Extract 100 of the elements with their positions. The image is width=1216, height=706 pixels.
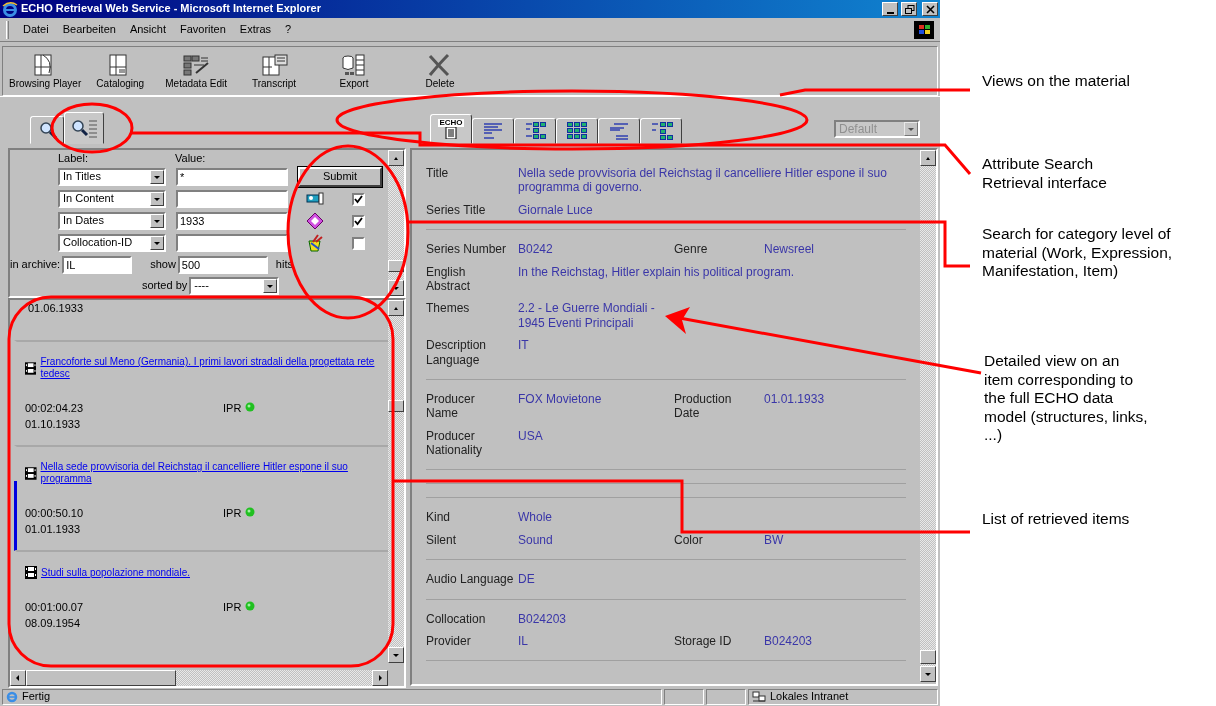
status-dot	[245, 402, 256, 412]
item-title-link[interactable]: Francoforte sul Meno (Germania). I primi lavori stradali della progettata rete tedesc	[40, 356, 388, 380]
transcript-icon	[260, 52, 288, 77]
field-value: 01.01.1933	[764, 391, 825, 407]
field-value: DE	[518, 572, 535, 587]
view-tab[interactable]	[514, 118, 556, 144]
field-label: English Abstract	[426, 264, 470, 294]
window-title: ECHO Retrieval Web Service - Microsoft Internet Explorer	[21, 2, 322, 16]
field-value: B024203	[764, 634, 813, 649]
scroll-thumb[interactable]	[26, 670, 176, 686]
minimize-button[interactable]	[882, 2, 898, 16]
scroll-arrow-icon[interactable]	[924, 670, 932, 678]
minimize-icon	[886, 11, 894, 14]
field-label: Title	[426, 166, 449, 181]
browser-icon	[2, 1, 18, 17]
item-date: 01.01.1933	[25, 523, 81, 537]
close-button[interactable]	[922, 2, 938, 16]
vertical-scrollbar[interactable]	[920, 150, 936, 682]
dropdown[interactable]: In Titles	[58, 168, 166, 186]
menu-item[interactable]: Bearbeiten	[62, 22, 116, 37]
toolbar-button[interactable]: Delete	[409, 52, 471, 90]
menu-item[interactable]: Datei	[23, 22, 49, 37]
dropdown[interactable]: In Content	[58, 190, 166, 208]
column-label: Label:	[58, 152, 89, 166]
value-field[interactable]	[176, 234, 288, 252]
field-value: Giornale Luce	[518, 202, 593, 218]
checkmark-icon	[354, 216, 363, 226]
checkbox[interactable]	[352, 192, 365, 206]
search-list-icon	[70, 118, 98, 138]
view-tab[interactable]	[598, 118, 640, 144]
field-label: in archive:	[10, 258, 61, 272]
item-duration: 00:01:00.07	[25, 601, 85, 615]
scroll-arrow-icon[interactable]	[392, 651, 400, 659]
field-value: 2.2 - Le Guerre Mondiali - 1945 Eventi Principali	[518, 301, 655, 331]
restore-button[interactable]	[901, 2, 917, 16]
toolbar-button[interactable]: Cataloging	[89, 52, 152, 90]
value-field[interactable]	[176, 190, 288, 208]
callout-text: Views on the material	[982, 72, 1131, 91]
scroll-thumb[interactable]	[920, 650, 936, 664]
toolbar-button[interactable]: Export	[323, 52, 385, 90]
submit-button[interactable]: Submit	[298, 167, 382, 187]
field-value: Nella sede provvisoria del Reichstag il cancelliere Hitler espone il suo programma di governo.	[518, 166, 888, 195]
field-label: Storage ID	[674, 634, 732, 649]
field-label: Audio Language	[426, 572, 514, 587]
dropdown[interactable]: ----	[189, 277, 280, 295]
scroll-arrow-icon[interactable]	[392, 284, 400, 292]
view-tab[interactable]	[640, 118, 682, 144]
dropdown[interactable]: In Dates	[58, 212, 166, 230]
item-title-link[interactable]: Nella sede provvisoria del Reichstag il cancelliere Hitler espone il suo programma	[40, 461, 388, 485]
search-tab[interactable]	[30, 116, 64, 144]
item-duration: 00:00:50.10	[25, 507, 85, 521]
field-label: Color	[674, 532, 703, 548]
archive-field[interactable]: IL	[62, 256, 133, 274]
scroll-arrow-icon[interactable]	[376, 674, 384, 682]
field-label: Collocation	[426, 611, 486, 627]
scroll-arrow-icon[interactable]	[14, 674, 22, 682]
restore-icon	[903, 3, 915, 15]
paint-pot-icon	[306, 234, 324, 252]
checkbox[interactable]	[352, 236, 365, 250]
item-date: 08.09.1954	[25, 617, 81, 631]
scrollbar-corner	[388, 670, 404, 686]
dropdown-arrow-icon	[907, 125, 915, 133]
field-label: Silent	[426, 532, 457, 548]
item-title-link[interactable]: Studi sulla popolazione mondiale.	[41, 566, 190, 579]
hits-field[interactable]: 500	[177, 256, 268, 274]
search-icon	[37, 120, 57, 140]
dropdown-arrow-icon	[153, 239, 161, 247]
close-icon	[924, 3, 936, 15]
value-field[interactable]: 1933	[176, 212, 288, 230]
vertical-scrollbar[interactable]	[388, 150, 404, 296]
horizontal-scrollbar[interactable]	[10, 670, 404, 686]
film-icon	[25, 361, 37, 375]
rights-label: IPR	[223, 402, 242, 416]
field-value: B024203	[518, 611, 567, 627]
dropdown-arrow-icon	[266, 282, 275, 290]
value-field[interactable]: *	[176, 168, 288, 186]
view-tab[interactable]: ECHO	[430, 114, 472, 144]
zone-text: Lokales Intranet	[770, 690, 849, 704]
dropdown[interactable]: Collocation-ID	[58, 234, 166, 252]
search-tab[interactable]	[64, 112, 104, 144]
toolbar-button[interactable]: Transcript	[243, 52, 305, 90]
menu-item[interactable]: Extras	[239, 22, 272, 37]
checkbox[interactable]	[352, 214, 365, 228]
menu-item[interactable]: Favoriten	[180, 22, 226, 37]
toolbar-button[interactable]: Metadata Edit	[161, 52, 231, 90]
view-tab[interactable]	[556, 118, 598, 144]
item-duration: 00:02:04.23	[25, 402, 85, 416]
windows-logo-icon	[914, 20, 934, 39]
callout-text: Detailed view on an item corresponding to the full ECHO data model (structures, links, ...)	[984, 352, 1149, 445]
field-value: Newsreel	[764, 242, 814, 257]
scroll-thumb[interactable]	[388, 260, 404, 272]
network-icon	[752, 691, 766, 703]
menu-item[interactable]: ?	[285, 22, 292, 37]
toolbar-button[interactable]: Browsing Player	[5, 52, 86, 90]
menu-item[interactable]: Ansicht	[129, 22, 166, 37]
field-label: show	[150, 258, 176, 272]
field-label: Producer Name	[426, 391, 475, 421]
field-label: Producer Nationality	[426, 428, 483, 458]
field-label: Description Language	[426, 338, 487, 367]
view-tab[interactable]	[472, 118, 514, 144]
